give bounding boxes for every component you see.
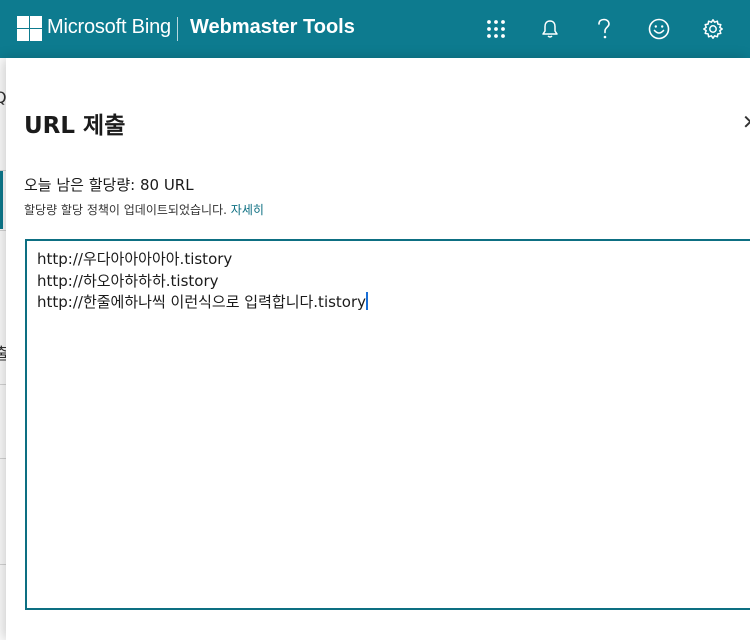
url-input-textarea[interactable]: http://우다아아아아아.tistory http://하오아하하하.tist…	[25, 239, 750, 610]
top-header: Microsoft Bing Webmaster Tools	[0, 0, 750, 58]
brand-name[interactable]: Microsoft Bing	[47, 16, 171, 39]
url-line: http://한줄에하나씩 이런식으로 입력합니다.tistory	[37, 292, 750, 314]
url-submission-panel: URL 제출 ✕ 오늘 남은 할당량: 80 URL 할당량 할당 정책이 업데…	[6, 58, 750, 640]
policy-notice: 할당량 할당 정책이 업데이트되었습니다. 자세히	[24, 201, 264, 218]
product-name[interactable]: Webmaster Tools	[190, 16, 355, 39]
apps-grid-icon[interactable]	[481, 14, 511, 44]
help-icon[interactable]	[589, 14, 619, 44]
text-cursor	[366, 292, 369, 310]
microsoft-logo-icon[interactable]	[17, 16, 42, 41]
url-line: http://하오아하하하.tistory	[37, 271, 219, 290]
gear-icon[interactable]	[698, 14, 728, 44]
quota-remaining: 오늘 남은 할당량: 80 URL	[24, 176, 194, 194]
url-line-text: http://한줄에하나씩 이런식으로 입력합니다.tistory	[37, 293, 367, 311]
policy-text: 할당량 할당 정책이 업데이트되었습니다.	[24, 203, 227, 217]
smiley-feedback-icon[interactable]	[644, 14, 674, 44]
learn-more-link[interactable]: 자세히	[231, 203, 264, 217]
close-icon[interactable]: ✕	[742, 110, 750, 134]
url-line: http://우다아아아아아.tistory	[37, 250, 233, 268]
background-selected-indicator	[0, 171, 3, 229]
panel-title: URL 제출	[24, 113, 126, 139]
header-divider	[177, 17, 178, 41]
bell-icon[interactable]	[535, 14, 565, 44]
